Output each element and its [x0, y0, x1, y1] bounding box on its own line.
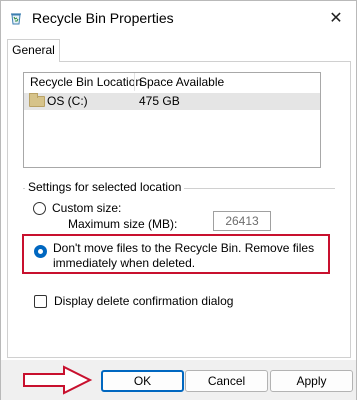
- custom-size-radio[interactable]: [33, 202, 46, 215]
- folder-icon: [29, 93, 45, 107]
- column-header-location[interactable]: Recycle Bin Location: [30, 75, 142, 89]
- ok-button[interactable]: OK: [101, 370, 184, 392]
- recycle-bin-properties-dialog: Recycle Bin Properties ✕ General Recycle…: [0, 0, 357, 400]
- list-header: Recycle Bin Location Space Available: [24, 73, 320, 91]
- dialog-footer: OK Cancel Apply: [1, 360, 356, 400]
- close-icon: ✕: [329, 10, 343, 27]
- custom-size-label: Custom size:: [52, 201, 122, 215]
- tab-strip: General: [7, 39, 350, 62]
- tab-general[interactable]: General: [7, 39, 60, 62]
- annotation-highlight-box: [22, 234, 330, 274]
- space-cell: 475 GB: [139, 94, 180, 108]
- location-cell: OS (C:): [47, 94, 88, 108]
- list-item[interactable]: OS (C:) 475 GB: [24, 93, 320, 110]
- cancel-button[interactable]: Cancel: [185, 370, 268, 392]
- close-button[interactable]: ✕: [322, 5, 350, 31]
- title-bar[interactable]: Recycle Bin Properties ✕: [1, 1, 356, 35]
- settings-group-label: Settings for selected location: [25, 180, 185, 194]
- location-list[interactable]: Recycle Bin Location Space Available OS …: [23, 72, 321, 168]
- confirm-dialog-label: Display delete confirmation dialog: [54, 294, 234, 308]
- column-divider: [134, 73, 135, 91]
- max-size-input[interactable]: 26413: [213, 211, 271, 231]
- window-title: Recycle Bin Properties: [32, 10, 174, 26]
- recycle-bin-icon: [11, 13, 21, 25]
- general-panel: Recycle Bin Location Space Available OS …: [7, 61, 351, 358]
- confirm-dialog-checkbox[interactable]: [34, 295, 47, 308]
- max-size-label: Maximum size (MB):: [68, 217, 178, 231]
- column-header-space[interactable]: Space Available: [139, 75, 224, 89]
- apply-button[interactable]: Apply: [270, 370, 353, 392]
